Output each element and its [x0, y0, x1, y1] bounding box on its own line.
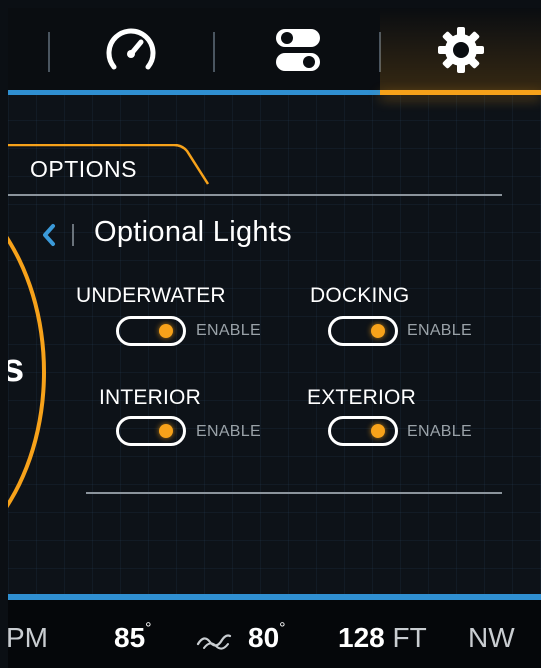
nav-underline — [8, 90, 380, 95]
interior-enable-label: ENABLE — [196, 423, 261, 440]
underwater-label: UNDERWATER — [76, 284, 226, 307]
tab-gauges[interactable] — [81, 14, 181, 90]
nav-divider — [48, 32, 50, 72]
depth-readout: 128 FT — [338, 622, 427, 654]
header-divider — [72, 224, 74, 246]
air-temp-value: 85 — [114, 622, 146, 653]
options-tab-label: OPTIONS — [30, 156, 138, 182]
top-nav — [8, 8, 541, 95]
toggle-knob — [159, 424, 173, 438]
divider — [86, 492, 502, 494]
interior-label: INTERIOR — [99, 386, 201, 409]
back-button[interactable] — [38, 220, 64, 250]
toggle-knob — [371, 424, 385, 438]
exterior-label: EXTERIOR — [307, 386, 416, 409]
docking-enable-label: ENABLE — [407, 322, 472, 339]
gear-icon — [436, 25, 486, 80]
heading-readout: NW — [468, 622, 515, 653]
degree-symbol: ° — [279, 620, 286, 637]
docking-toggle[interactable] — [328, 316, 398, 346]
screen: s OPTIONS Optional Lights UNDERWATER ENA… — [8, 8, 541, 668]
depth-value: 128 — [338, 622, 385, 653]
water-wave-icon — [196, 630, 232, 655]
toggle-knob — [159, 324, 173, 338]
toggle-switches-icon — [274, 26, 322, 79]
underwater-enable-label: ENABLE — [196, 322, 261, 339]
water-temp-value: 80 — [248, 622, 280, 653]
active-tab-underline — [380, 90, 541, 95]
degree-symbol: ° — [145, 620, 152, 637]
tab-settings[interactable] — [411, 14, 511, 90]
tab-switches[interactable] — [248, 14, 348, 90]
nav-divider — [213, 32, 215, 72]
air-temperature: 85° — [114, 620, 152, 654]
divider — [8, 194, 502, 196]
chevron-left-icon — [43, 224, 55, 246]
interior-toggle[interactable] — [116, 416, 186, 446]
exterior-toggle[interactable] — [328, 416, 398, 446]
page-title: Optional Lights — [94, 216, 292, 248]
exterior-enable-label: ENABLE — [407, 423, 472, 440]
water-temperature: 80° — [248, 620, 286, 654]
toggle-knob — [371, 324, 385, 338]
docking-label: DOCKING — [310, 284, 410, 307]
gauge-value: s — [8, 346, 25, 390]
depth-unit: FT — [392, 622, 427, 653]
clock-suffix: PM — [8, 622, 48, 653]
underwater-toggle[interactable] — [116, 316, 186, 346]
speedometer-icon — [104, 27, 158, 78]
